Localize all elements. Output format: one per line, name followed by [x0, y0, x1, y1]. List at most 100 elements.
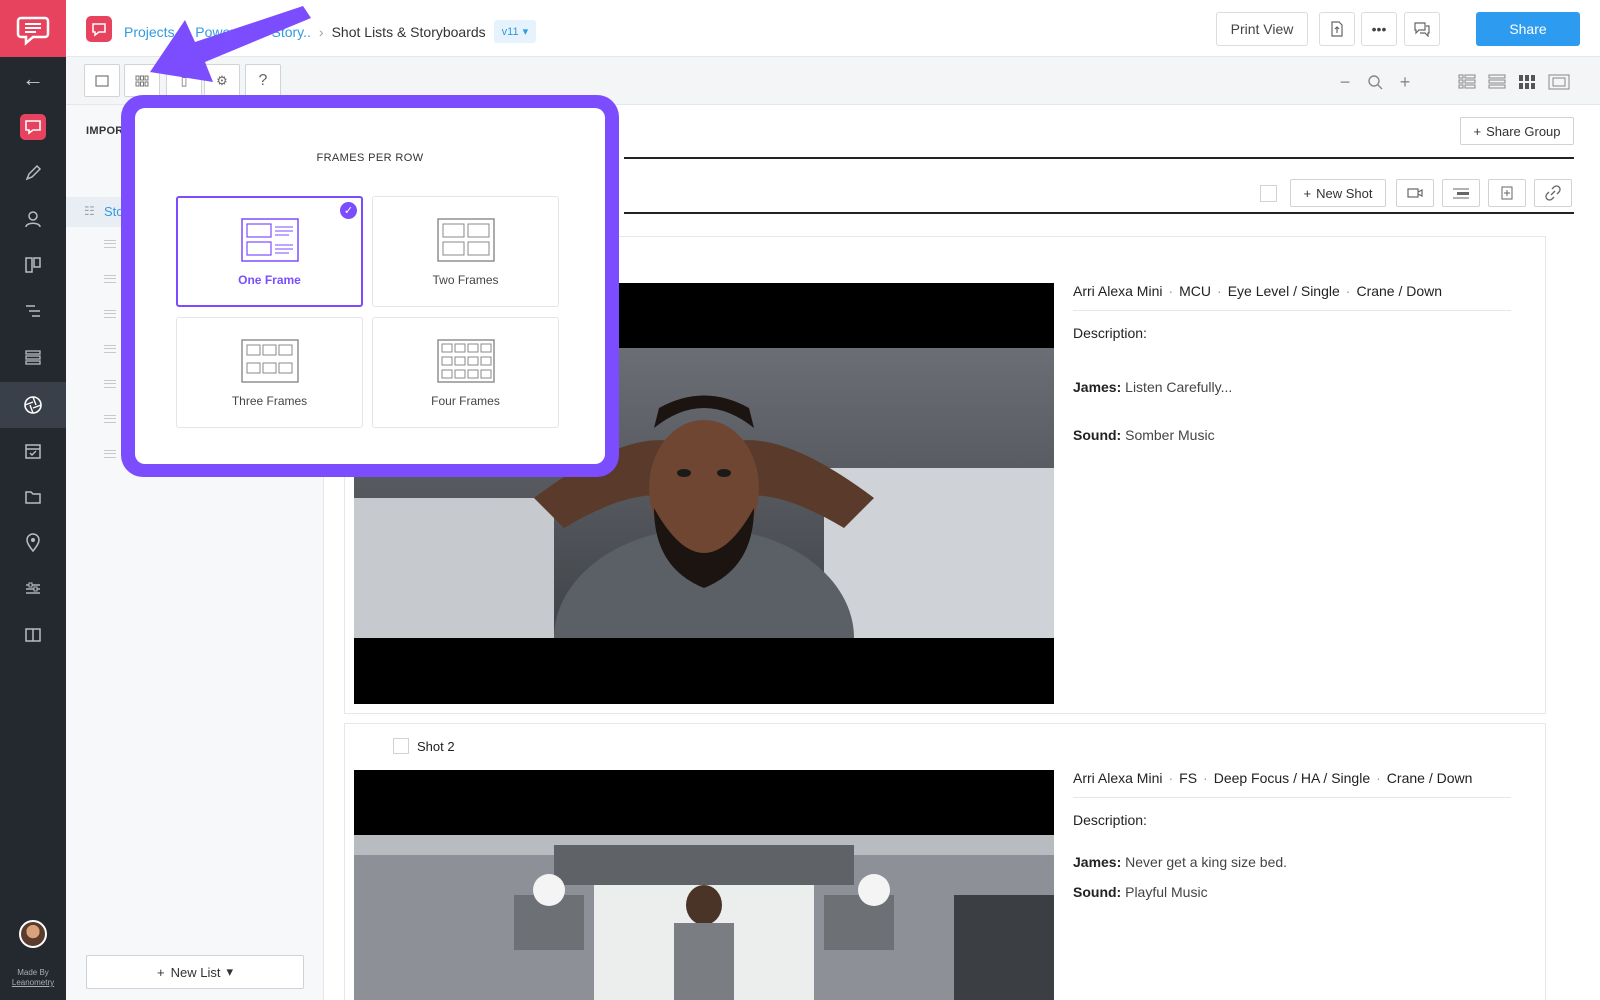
app-logo-icon[interactable] — [0, 0, 66, 57]
shot-sound[interactable]: Sound: Somber Music — [1073, 427, 1215, 443]
video-button[interactable] — [1396, 179, 1434, 207]
shot-camera[interactable]: Arri Alexa Mini — [1073, 283, 1162, 299]
option-two-frames[interactable]: Two Frames — [372, 196, 559, 307]
project-logo-icon[interactable] — [0, 104, 66, 150]
insert-row-button[interactable] — [1442, 179, 1480, 207]
more-dots-icon: ••• — [1371, 21, 1387, 37]
rows-view-icon[interactable] — [1486, 71, 1508, 93]
list-view-icon[interactable] — [1456, 71, 1478, 93]
frames-per-row-popup: FRAMES PER ROW ✓ One Frame Two Frames Th… — [135, 108, 605, 464]
option-three-frames[interactable]: Three Frames — [176, 317, 363, 428]
shot-title[interactable]: Shot 2 — [417, 739, 455, 754]
new-shot-label: New Shot — [1316, 185, 1373, 201]
new-shot-button[interactable]: + New Shot — [1290, 179, 1386, 207]
app-rail: ← Made By Leanometry — [0, 0, 66, 1000]
made-by-credit: Made By Leanometry — [0, 968, 66, 988]
dialogue-text: Listen Carefully... — [1125, 379, 1233, 395]
shot-description[interactable]: Description: — [1073, 325, 1147, 341]
drag-handle-icon[interactable] — [104, 415, 116, 423]
drag-handle-icon[interactable] — [104, 380, 116, 388]
sound-value: Somber Music — [1125, 427, 1215, 443]
shot-specs: Arri Alexa Mini · FS · Deep Focus / HA / Sin… — [1073, 770, 1473, 786]
shot-card: Shot 2 Arri Alexa Mini · FS · Deep Focus / H… — [344, 723, 1546, 1000]
grid-view-icon[interactable] — [1516, 71, 1538, 93]
three-frames-icon — [241, 339, 299, 383]
shot-movement[interactable]: Crane / Down — [1387, 770, 1473, 786]
option-one-frame[interactable]: ✓ One Frame — [176, 196, 363, 307]
link-button[interactable] — [1534, 179, 1572, 207]
shot-size[interactable]: FS — [1179, 770, 1197, 786]
timeline-icon[interactable] — [0, 288, 66, 334]
zoom-out-icon[interactable]: − — [1334, 71, 1356, 93]
list-icon[interactable] — [0, 334, 66, 380]
back-arrow-icon[interactable]: ← — [0, 60, 66, 98]
link-icon — [1545, 185, 1561, 201]
person-icon[interactable] — [0, 196, 66, 242]
version-label: v11 — [501, 25, 519, 38]
sliders-icon[interactable] — [0, 566, 66, 612]
shot-dialogue[interactable]: James: Never get a king size bed. — [1073, 854, 1287, 870]
shot-checkbox[interactable] — [393, 738, 409, 754]
option-four-frames[interactable]: Four Frames — [372, 317, 559, 428]
scene-checkbox[interactable] — [1260, 185, 1277, 202]
share-group-button[interactable]: + Share Group — [1460, 117, 1574, 145]
two-frames-icon — [437, 218, 495, 262]
divider — [1073, 310, 1511, 311]
aperture-icon[interactable] — [0, 382, 66, 428]
shot-specs: Arri Alexa Mini · MCU · Eye Level / Single · C… — [1073, 283, 1443, 299]
comments-button[interactable] — [1404, 12, 1440, 46]
shot-size[interactable]: MCU — [1179, 283, 1211, 299]
share-group-label: Share Group — [1486, 123, 1561, 139]
popup-title: FRAMES PER ROW — [316, 152, 424, 164]
new-list-button[interactable]: + New List ▾ — [86, 955, 304, 989]
chevron-down-icon: ▾ — [522, 26, 529, 38]
sound-value: Playful Music — [1125, 884, 1208, 900]
plus-icon: + — [157, 964, 165, 980]
filmstrip-view-icon[interactable] — [1548, 71, 1570, 93]
shot-sound[interactable]: Sound: Playful Music — [1073, 884, 1208, 900]
shot-frame-image[interactable] — [354, 770, 1054, 1000]
book-icon[interactable] — [0, 612, 66, 658]
board-icon[interactable] — [0, 242, 66, 288]
video-camera-icon — [1407, 188, 1423, 198]
add-page-button[interactable] — [1488, 179, 1526, 207]
drag-handle-icon[interactable] — [104, 345, 116, 353]
character-name: James: — [1073, 854, 1122, 870]
user-avatar[interactable] — [19, 920, 47, 948]
version-dropdown[interactable]: v11 ▾ — [493, 20, 537, 43]
project-badge-icon[interactable] — [86, 16, 112, 42]
tree-icon: ☷ — [84, 204, 95, 218]
pencil-icon[interactable] — [0, 150, 66, 196]
zoom-in-icon[interactable]: + — [1394, 71, 1416, 93]
check-icon: ✓ — [340, 202, 357, 219]
chevron-down-icon: ▾ — [226, 964, 233, 979]
folder-icon[interactable] — [0, 474, 66, 520]
aspect-ratio-button[interactable] — [84, 64, 120, 97]
magnifier-icon[interactable] — [1364, 71, 1386, 93]
location-pin-icon[interactable] — [0, 520, 66, 566]
share-button[interactable]: Share — [1476, 12, 1580, 46]
export-button[interactable] — [1319, 12, 1355, 46]
option-label: Three Frames — [231, 394, 308, 408]
shot-header: Shot 2 — [393, 738, 455, 754]
drag-handle-icon[interactable] — [104, 310, 116, 318]
drag-handle-icon[interactable] — [104, 450, 116, 458]
calendar-icon[interactable] — [0, 428, 66, 474]
shot-movement[interactable]: Crane / Down — [1356, 283, 1442, 299]
plus-icon: + — [1473, 123, 1482, 139]
bedroom-photo — [354, 835, 1054, 1000]
sound-label: Sound: — [1073, 884, 1122, 900]
credit-line-2[interactable]: Leanometry — [0, 978, 66, 988]
shot-dialogue[interactable]: James: Listen Carefully... — [1073, 379, 1232, 395]
description-label: Description: — [1073, 325, 1147, 341]
shot-angle[interactable]: Eye Level / Single — [1228, 283, 1340, 299]
shot-angle[interactable]: Deep Focus / HA / Single — [1214, 770, 1370, 786]
more-options-button[interactable]: ••• — [1361, 12, 1397, 46]
drag-handle-icon[interactable] — [104, 275, 116, 283]
drag-handle-icon[interactable] — [104, 240, 116, 248]
breadcrumb-current: Shot Lists & Storyboards — [331, 23, 486, 40]
shot-camera[interactable]: Arri Alexa Mini — [1073, 770, 1162, 786]
insert-row-icon — [1453, 188, 1469, 199]
print-view-button[interactable]: Print View — [1216, 12, 1308, 46]
shot-description[interactable]: Description: — [1073, 812, 1147, 828]
